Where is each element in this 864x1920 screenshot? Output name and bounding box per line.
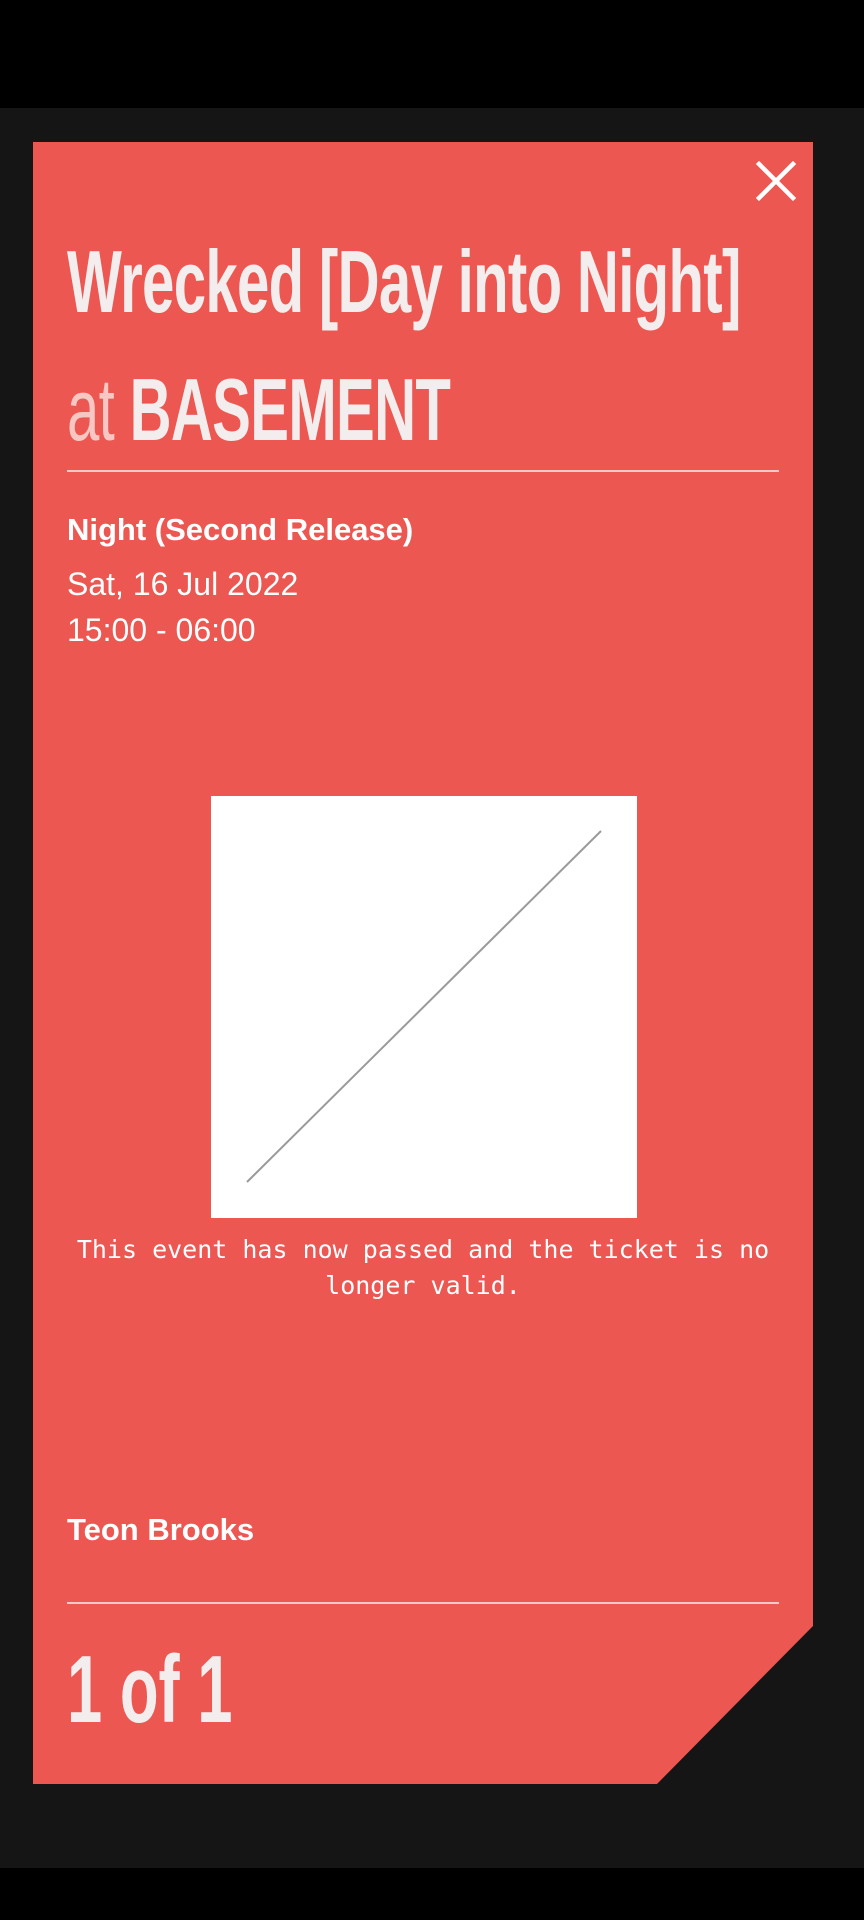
ticket-holder-name: Teon Brooks xyxy=(67,1512,255,1547)
ticket-type: Night (Second Release) xyxy=(67,512,414,547)
broken-code-image xyxy=(246,830,602,1183)
event-title: Wrecked [Day into Night] at BASEMENT xyxy=(67,218,741,474)
ticket-card: Wrecked [Day into Night] at BASEMENT Nigh… xyxy=(33,142,813,1784)
ticket-code-image xyxy=(211,796,637,1218)
event-name: Wrecked [Day into Night] xyxy=(67,232,741,331)
footer-divider xyxy=(67,1602,779,1604)
close-icon xyxy=(755,160,797,202)
expired-notice: This event has now passed and the ticket… xyxy=(76,1235,770,1300)
status-bar xyxy=(0,0,864,108)
title-divider xyxy=(67,470,779,472)
at-word: at xyxy=(67,360,115,459)
venue-name: BASEMENT xyxy=(129,360,451,459)
event-date: Sat, 16 Jul 2022 xyxy=(67,566,299,602)
ticket-count: 1 of 1 xyxy=(67,1636,233,1743)
event-time: 15:00 - 06:00 xyxy=(67,612,256,648)
navigation-bar xyxy=(0,1868,864,1920)
close-button[interactable] xyxy=(751,156,801,206)
